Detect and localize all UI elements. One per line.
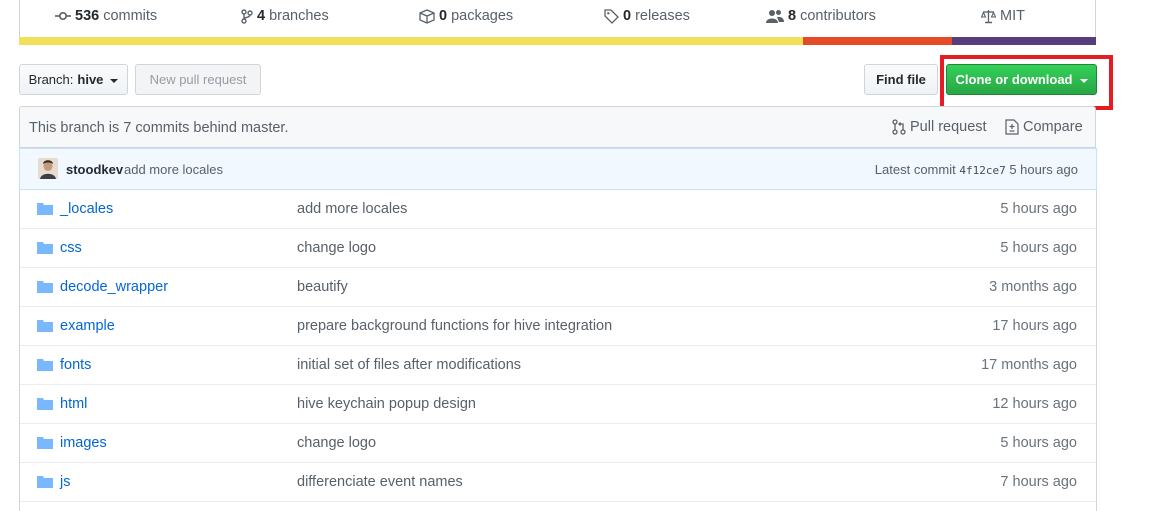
branch-select-button[interactable]: Branch: hive bbox=[19, 64, 128, 95]
folder-icon bbox=[37, 319, 53, 335]
packages-link[interactable]: 0 packages bbox=[419, 6, 513, 26]
file-commit-message[interactable]: change logo bbox=[297, 435, 376, 451]
pull-request-link[interactable]: Pull request bbox=[892, 119, 987, 135]
compare-link[interactable]: Compare bbox=[1005, 119, 1083, 135]
branch-name: hive bbox=[77, 72, 104, 87]
branches-count: 4 bbox=[257, 8, 266, 24]
repo-summary-bar: 536 commits 4 branches 0 packages 0 rele… bbox=[19, 0, 1096, 37]
folder-icon bbox=[37, 202, 53, 218]
history-icon bbox=[55, 9, 71, 23]
latest-commit-bar: stoodkev add more locales Latest commit … bbox=[19, 148, 1097, 190]
language-segment bbox=[803, 37, 952, 45]
file-name-link[interactable]: html bbox=[60, 396, 87, 412]
packages-label: packages bbox=[451, 8, 514, 24]
commits-count: 536 bbox=[75, 8, 100, 24]
tag-icon bbox=[604, 8, 619, 24]
folder-icon bbox=[37, 241, 53, 257]
latest-commit-label: Latest commit bbox=[874, 162, 956, 177]
language-bar bbox=[19, 37, 1096, 45]
file-name-link[interactable]: fonts bbox=[60, 357, 91, 373]
file-commit-message[interactable]: beautify bbox=[297, 279, 348, 295]
releases-link[interactable]: 0 releases bbox=[604, 6, 690, 26]
table-row: decode_wrapper beautify 3 months ago bbox=[20, 268, 1096, 307]
table-row: js differenciate event names 7 hours ago bbox=[20, 463, 1096, 502]
table-row: fonts initial set of files after modific… bbox=[20, 346, 1096, 385]
folder-icon bbox=[37, 436, 53, 452]
commits-link[interactable]: 536 commits bbox=[55, 6, 157, 26]
chevron-down-icon bbox=[110, 78, 119, 83]
commits-label: commits bbox=[103, 8, 158, 24]
file-name-link[interactable]: images bbox=[60, 435, 107, 451]
folder-icon bbox=[37, 397, 53, 413]
table-row: images change logo 5 hours ago bbox=[20, 424, 1096, 463]
avatar[interactable] bbox=[38, 158, 58, 179]
commit-sha[interactable]: 4f12ce7 bbox=[959, 164, 1005, 177]
file-commit-message[interactable]: add more locales bbox=[297, 201, 407, 217]
file-commit-message[interactable]: prepare background functions for hive in… bbox=[297, 318, 612, 334]
branch-infobar: This branch is 7 commits behind master. … bbox=[19, 106, 1096, 148]
file-age: 17 months ago bbox=[981, 357, 1077, 373]
table-row: html hive keychain popup design 12 hours… bbox=[20, 385, 1096, 424]
file-name-link[interactable]: js bbox=[60, 474, 70, 490]
branch-prefix: Branch: bbox=[28, 72, 74, 87]
file-name-link[interactable]: decode_wrapper bbox=[60, 279, 168, 295]
commit-author[interactable]: stoodkev bbox=[66, 162, 123, 177]
package-icon bbox=[419, 8, 435, 24]
file-age: 3 months ago bbox=[989, 279, 1077, 295]
contributors-label: contributors bbox=[800, 8, 876, 24]
releases-count: 0 bbox=[623, 8, 632, 24]
highlight-box bbox=[940, 55, 1113, 110]
folder-icon bbox=[37, 358, 53, 374]
file-commit-message[interactable]: differenciate event names bbox=[297, 474, 463, 490]
file-name-link[interactable]: css bbox=[60, 240, 82, 256]
compare-label: Compare bbox=[1023, 119, 1083, 135]
new-pull-request-button[interactable]: New pull request bbox=[135, 64, 261, 95]
file-name-link[interactable]: example bbox=[60, 318, 115, 334]
file-age: 5 hours ago bbox=[1000, 435, 1077, 451]
file-age: 7 hours ago bbox=[1000, 474, 1077, 490]
latest-commit-info: Latest commit 4f12ce7 5 hours ago bbox=[875, 162, 1078, 177]
license-label: MIT bbox=[1000, 8, 1025, 24]
git-branch-icon bbox=[241, 8, 253, 24]
file-age: 12 hours ago bbox=[992, 396, 1077, 412]
table-row: css change logo 5 hours ago bbox=[20, 229, 1096, 268]
table-row: example prepare background functions for… bbox=[20, 307, 1096, 346]
packages-count: 0 bbox=[439, 8, 448, 24]
releases-label: releases bbox=[635, 8, 690, 24]
pull-request-label: Pull request bbox=[910, 119, 987, 135]
file-commit-message[interactable]: initial set of files after modifications bbox=[297, 357, 521, 373]
table-row: _locales add more locales 5 hours ago bbox=[20, 190, 1096, 229]
branches-link[interactable]: 4 branches bbox=[241, 6, 329, 26]
commit-message[interactable]: add more locales bbox=[124, 162, 223, 177]
people-icon bbox=[766, 9, 784, 23]
diff-icon bbox=[1005, 119, 1019, 135]
find-file-button[interactable]: Find file bbox=[864, 64, 938, 95]
language-segment bbox=[951, 37, 1096, 45]
commit-age: 5 hours ago bbox=[1009, 162, 1078, 177]
law-icon bbox=[981, 9, 996, 24]
file-commit-message[interactable]: hive keychain popup design bbox=[297, 396, 476, 412]
file-commit-message[interactable]: change logo bbox=[297, 240, 376, 256]
folder-icon bbox=[37, 475, 53, 491]
branches-label: branches bbox=[269, 8, 329, 24]
git-pull-request-icon bbox=[892, 119, 906, 135]
file-age: 17 hours ago bbox=[992, 318, 1077, 334]
file-name-link[interactable]: _locales bbox=[60, 201, 113, 217]
contributors-count: 8 bbox=[788, 8, 797, 24]
file-age: 5 hours ago bbox=[1000, 201, 1077, 217]
license-link[interactable]: MIT bbox=[981, 6, 1025, 26]
language-segment bbox=[19, 37, 804, 45]
contributors-link[interactable]: 8 contributors bbox=[766, 6, 876, 26]
branch-status-message: This branch is 7 commits behind master. bbox=[29, 120, 289, 136]
file-age: 5 hours ago bbox=[1000, 240, 1077, 256]
folder-icon bbox=[37, 280, 53, 296]
file-list: _locales add more locales 5 hours ago cs… bbox=[19, 190, 1097, 511]
